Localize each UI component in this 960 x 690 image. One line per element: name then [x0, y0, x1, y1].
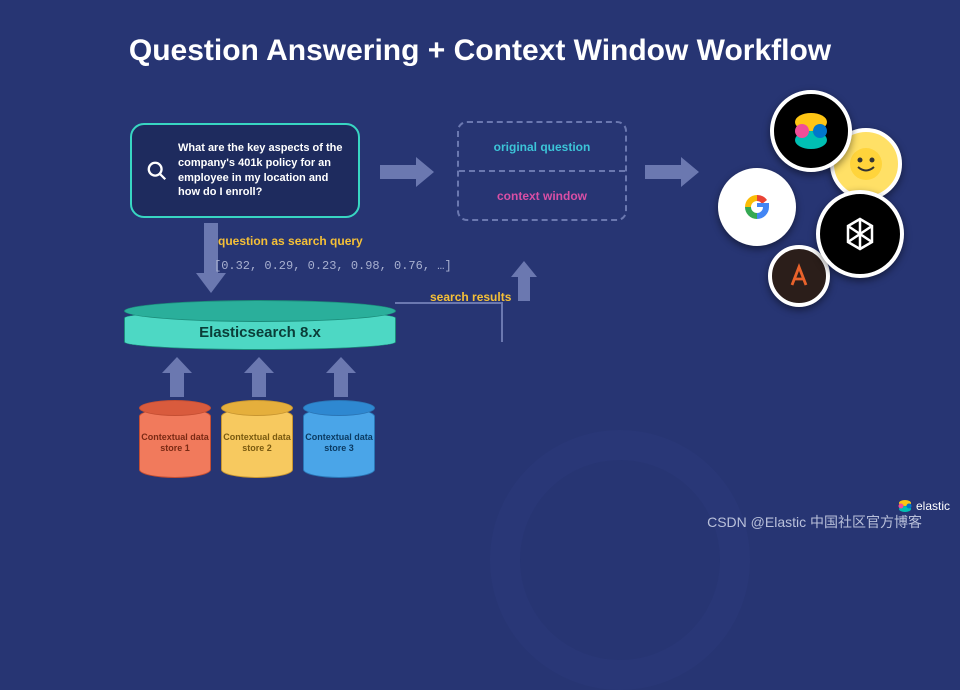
arrow-results-icon [511, 261, 537, 301]
elasticsearch-cylinder: Elasticsearch 8.x [124, 300, 396, 350]
results-label: search results [430, 290, 511, 304]
arrow-ds3-icon [326, 357, 356, 397]
elastic-brand-text: elastic [916, 499, 950, 513]
llm-provider-cluster [710, 90, 920, 300]
datastore-1-label: Contextual data store 1 [139, 432, 211, 455]
datastore-3-label: Contextual data store 3 [303, 432, 375, 455]
elastic-icon [770, 90, 852, 172]
question-box: What are the key aspects of the company'… [130, 123, 360, 218]
question-text: What are the key aspects of the company'… [178, 141, 344, 200]
datastore-2-label: Contextual data store 2 [221, 432, 293, 455]
arrow-ds1-icon [162, 357, 192, 397]
vector-embedding-label: [0.32, 0.29, 0.23, 0.98, 0.76, …] [214, 259, 452, 273]
slide-title: Question Answering + Context Window Work… [0, 0, 960, 68]
openai-icon [816, 190, 904, 278]
watermark-text: CSDN @Elastic 中国社区官方博客 [707, 512, 922, 532]
elasticsearch-label: Elasticsearch 8.x [124, 324, 396, 341]
search-icon [146, 160, 168, 182]
datastore-1: Contextual data store 1 [139, 400, 211, 478]
context-window-box: original question context window [457, 121, 627, 221]
background-decoration [490, 430, 750, 690]
original-question-label: original question [459, 123, 625, 172]
datastore-2: Contextual data store 2 [221, 400, 293, 478]
arrow-to-context-icon [380, 157, 434, 187]
arrow-ds2-icon [244, 357, 274, 397]
datastore-3: Contextual data store 3 [303, 400, 375, 478]
arrow-to-llm-icon [645, 157, 699, 187]
results-connector [395, 302, 503, 342]
google-icon [718, 168, 796, 246]
context-window-label: context window [459, 172, 625, 219]
query-label: question as search query [218, 234, 363, 248]
